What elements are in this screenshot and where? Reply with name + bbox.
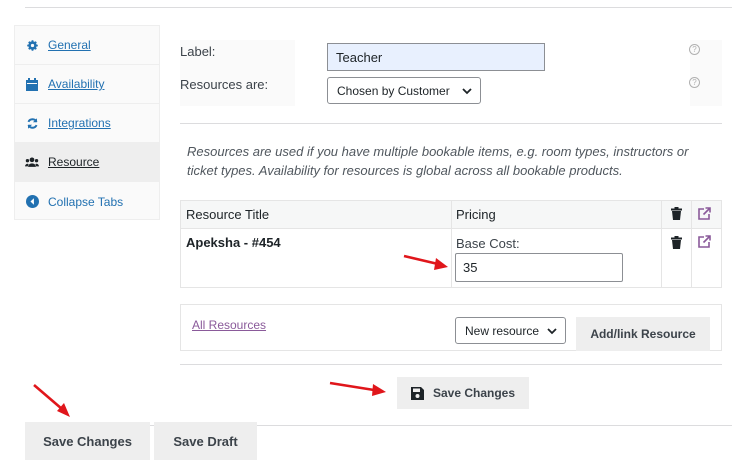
resource-title-header: Resource Title [186, 207, 270, 222]
pricing-header: Pricing [456, 207, 496, 222]
save-changes-inner-label: Save Changes [432, 386, 516, 400]
top-divider [25, 7, 732, 8]
product-data-tabs: General Availability Integrations Resour… [14, 25, 160, 220]
save-changes-inner-button[interactable]: Save Changes [397, 377, 529, 409]
sync-icon [25, 116, 39, 130]
tab-integrations-label: Integrations [48, 116, 111, 130]
resources-are-select-value: Chosen by Customer [337, 83, 450, 98]
tab-availability-label: Availability [48, 77, 105, 91]
calendar-icon [25, 77, 39, 91]
chevron-down-icon [547, 324, 557, 338]
resource-row-title: Apeksha - #454 [186, 235, 281, 250]
external-link-icon[interactable] [698, 207, 711, 223]
gear-icon [25, 38, 39, 52]
tab-general[interactable]: General [15, 26, 159, 65]
tab-resource[interactable]: Resource [15, 143, 159, 182]
chevron-down-icon [462, 84, 472, 98]
tab-general-label: General [48, 38, 91, 52]
column-divider [451, 201, 452, 287]
all-resources-link[interactable]: All Resources [192, 318, 266, 332]
resources-are-select[interactable]: Chosen by Customer [327, 77, 481, 104]
help-icon[interactable]: ? [689, 77, 700, 88]
resources-description: Resources are used if you have multiple … [187, 144, 689, 178]
users-icon [25, 155, 39, 169]
tab-integrations[interactable]: Integrations [15, 104, 159, 143]
label-input[interactable] [327, 43, 545, 71]
column-divider [691, 201, 692, 287]
resources-are-label: Resources are: [180, 77, 269, 92]
trash-icon[interactable] [671, 207, 682, 223]
base-cost-input[interactable]: 35 [455, 253, 623, 282]
base-cost-label: Base Cost: [456, 236, 520, 251]
new-resource-select-value: New resource [465, 323, 540, 338]
save-draft-button[interactable]: Save Draft [154, 422, 257, 460]
add-link-resource-button[interactable]: Add/link Resource [576, 317, 710, 351]
tab-resource-label: Resource [48, 155, 100, 169]
annotation-arrow [329, 381, 386, 396]
tab-availability[interactable]: Availability [15, 65, 159, 104]
column-divider [661, 201, 662, 287]
new-resource-select[interactable]: New resource [455, 317, 566, 344]
save-changes-button[interactable]: Save Changes [25, 422, 150, 460]
tab-collapse[interactable]: Collapse Tabs [15, 182, 159, 221]
tab-collapse-label: Collapse Tabs [48, 194, 124, 209]
trash-icon[interactable] [671, 236, 682, 252]
save-icon [410, 386, 424, 400]
external-link-icon[interactable] [698, 235, 711, 251]
help-icon[interactable]: ? [689, 44, 700, 55]
annotation-arrow [33, 384, 70, 417]
collapse-icon [25, 195, 39, 209]
section-divider [180, 364, 722, 365]
base-cost-value: 35 [463, 260, 478, 275]
label-field-label: Label: [180, 44, 216, 59]
section-divider [180, 123, 722, 124]
